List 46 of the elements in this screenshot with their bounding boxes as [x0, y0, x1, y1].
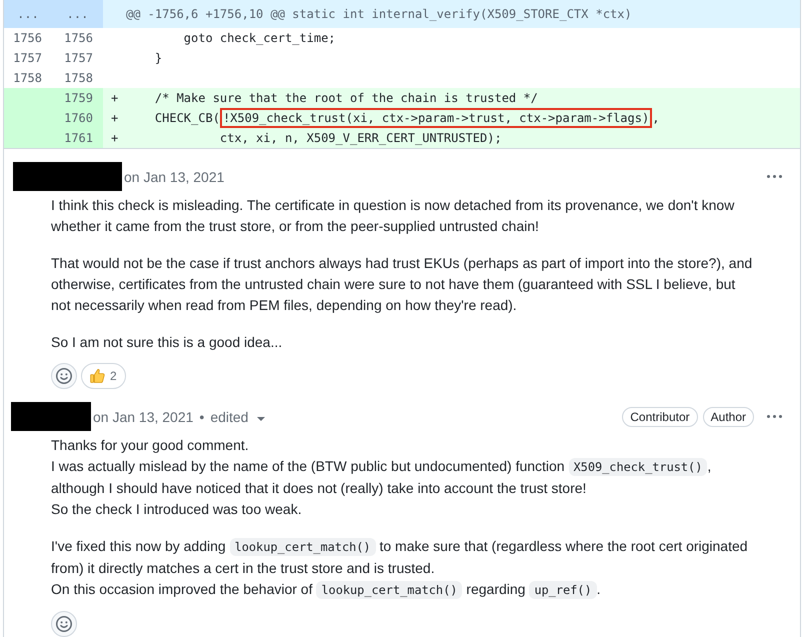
line-number: 1761	[64, 131, 93, 145]
role-badge: Author	[702, 406, 754, 426]
inline-code: X509_check_trust()	[568, 458, 708, 476]
code-text: goto check_cert_time;	[184, 31, 336, 45]
highlighted-code: !X509_check_trust(xi, ctx->param->trust, ctx->param->flags)	[220, 108, 652, 128]
line-number: 1757	[13, 51, 42, 65]
comment-text: I think this check is misleading. The certificate in question is now detached from its provenance, we don't know whether it came from the trust store, or from the peer-supplied untrusted chain!	[51, 196, 736, 236]
diff-marker: +	[111, 130, 120, 147]
code-text: ctx, xi, n, X509_V_ERR_CERT_UNTRUSTED);	[220, 131, 502, 145]
diff-marker: +	[111, 110, 120, 127]
code-text: }	[154, 51, 162, 65]
role-badge: Contributor	[622, 406, 698, 426]
comment-date: on Jan 13, 2021	[93, 408, 194, 424]
line-number: 1757	[64, 51, 93, 65]
code-text: ,	[652, 111, 660, 125]
line-number: 1760	[64, 111, 93, 125]
hunk-expander: ...	[52, 0, 103, 28]
inline-code: lookup_cert_match()	[230, 538, 376, 556]
line-number: 1756	[13, 31, 42, 45]
diff-marker: +	[111, 90, 120, 107]
comment-date: on Jan 13, 2021	[124, 168, 224, 184]
separator: •	[199, 408, 204, 424]
smiley-icon	[56, 616, 72, 632]
thumbs-up-icon	[90, 369, 105, 383]
add-reaction-button[interactable]	[51, 363, 77, 389]
add-reaction-button[interactable]	[51, 611, 77, 637]
inline-code: up_ref()	[529, 581, 597, 599]
line-number: 1756	[64, 31, 93, 45]
comment-text: Thanks for your good comment. I was actually mislead by the name of the (BTW public but undocumented) function X509_check_trust() , although I should have noticed that it does not (really) take into account the trust store! So the check I introduced was too weak.	[51, 436, 712, 519]
hunk-expander: ...	[4, 0, 52, 28]
more-options-icon[interactable]	[767, 415, 782, 418]
more-options-icon[interactable]	[767, 175, 782, 178]
code-text: CHECK_CB(	[154, 111, 220, 125]
code-text: /* Make sure that the root of the chain is trusted */	[154, 91, 538, 105]
inline-code: lookup_cert_match()	[316, 581, 462, 599]
comment-text: That would not be the case if trust anchors always had trust EKUs (perhaps as part of import into the store?), and otherwise, certificates from the untrusted chain were sure to not have them (guaranteed with SSL I believe, but not necessarily when read from PEM files, depending on how they're read).	[51, 254, 754, 315]
caret-icon	[257, 417, 266, 421]
edited-button[interactable]: edited	[210, 408, 266, 424]
line-number: 1758	[13, 71, 42, 85]
reaction-button[interactable]: 2	[81, 363, 126, 389]
hunk-header: @@ -1756,6 +1756,10 @@ static int internal_verify(X509_STORE_CTX *ctx)	[126, 7, 632, 21]
smiley-icon	[56, 368, 72, 384]
comment-text: I've fixed this now by adding lookup_cert_match() to make sure that (regardless where the root cert originated from) it directly matches a cert in the trust store and is trusted. On this occasion improved the behavior of lookup_cert_match() regarding up_ref() .	[51, 537, 749, 601]
comment-text: So I am not sure this is a good idea...	[51, 333, 284, 352]
line-number: 1758	[64, 71, 93, 85]
line-number: 1759	[64, 91, 93, 105]
